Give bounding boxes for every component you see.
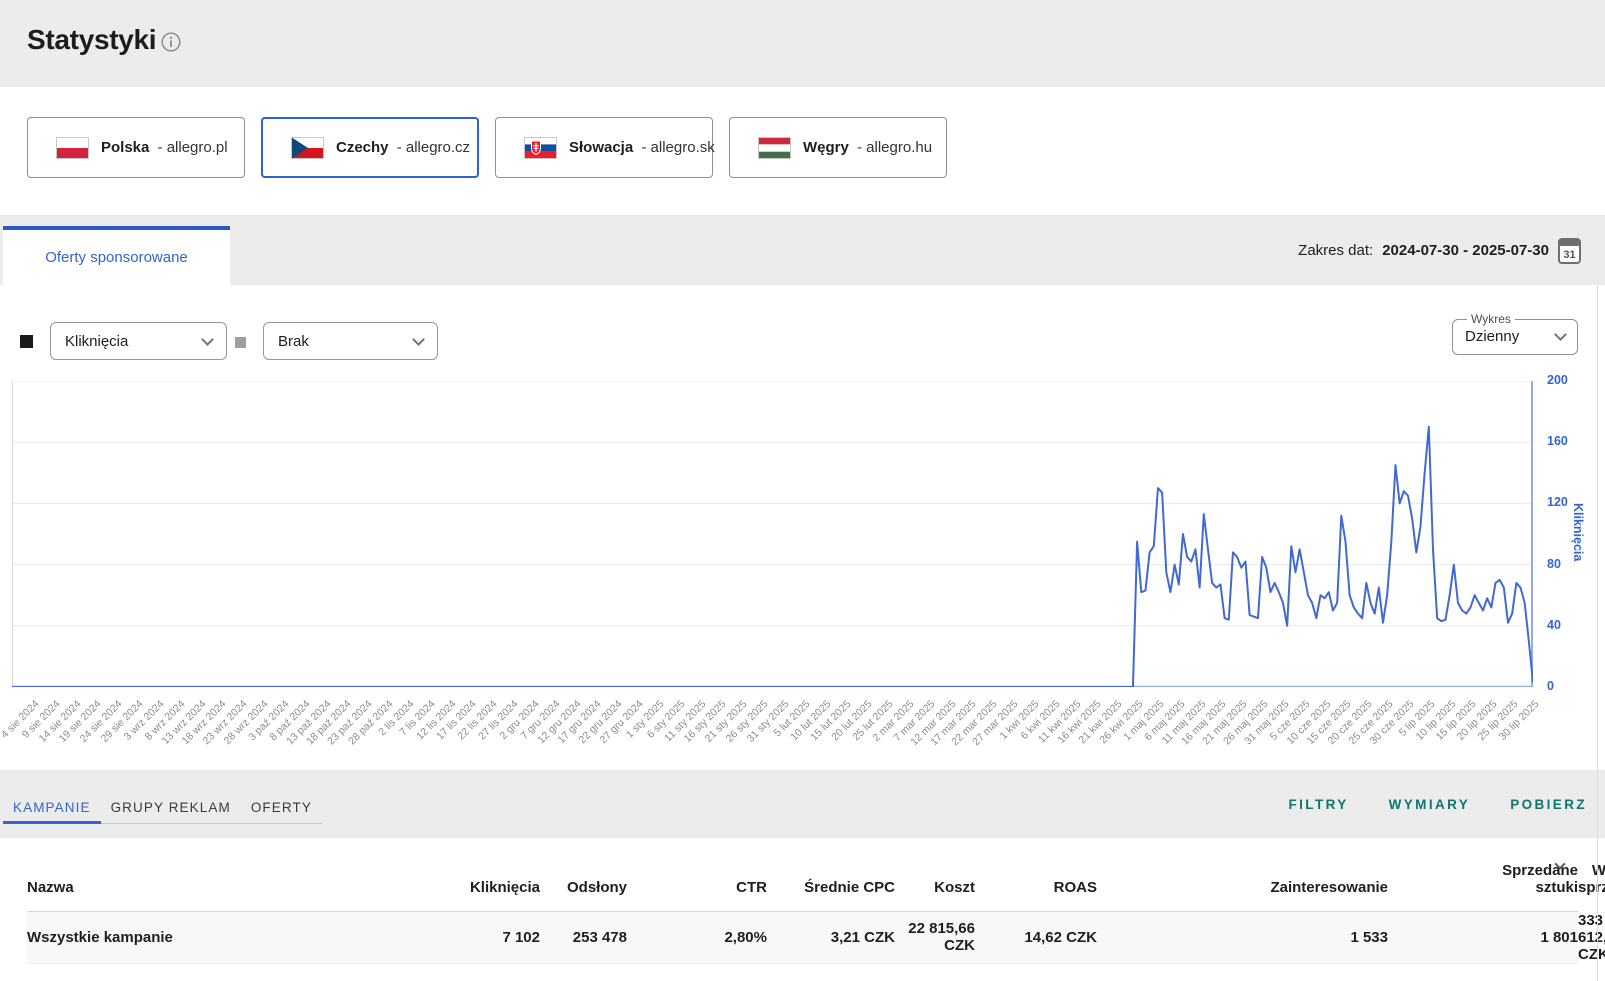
row-value-4: 22 815,66 CZK (895, 911, 975, 963)
tab-band: Oferty sponsorowane Zakres dat: 2024-07-… (0, 216, 1605, 285)
slovakia-flag-icon (524, 137, 557, 159)
wymiary-button[interactable]: WYMIARY (1389, 797, 1471, 812)
column-header-3[interactable]: CTR (627, 838, 767, 911)
y-axis-tick-label: 40 (1547, 618, 1587, 632)
column-header-1[interactable]: Kliknięcia (430, 838, 540, 911)
market-button-sk[interactable]: Słowacja - allegro.sk (495, 117, 713, 178)
column-header-8[interactable]: Sprzedane sztuki (1388, 838, 1578, 911)
pobierz-button[interactable]: POBIERZ (1510, 797, 1587, 812)
date-range-value: 2024-07-30 - 2025-07-30 (1382, 242, 1549, 259)
y-axis-title: Kliknięcia (1571, 503, 1585, 561)
chevron-down-icon (1554, 328, 1567, 341)
chart-interval-select[interactable]: Wykres Dzienny (1452, 312, 1578, 355)
row-value-7: 1 801 (1388, 911, 1578, 963)
column-header-7[interactable]: Zainteresowanie (1097, 838, 1388, 911)
table-row: Wszystkie kampanie7 102253 4782,80%3,21 … (27, 911, 1578, 963)
row-value-3: 3,21 CZK (767, 911, 895, 963)
clicks-series-line (12, 427, 1533, 687)
tab-oferty-sponsorowane[interactable]: Oferty sponsorowane (3, 226, 230, 285)
market-domain: - allegro.hu (853, 139, 932, 156)
campaigns-table: NazwaKliknięciaOdsłonyCTRŚrednie CPCKosz… (27, 838, 1578, 964)
metric2-value: Brak (278, 333, 309, 350)
column-header-0[interactable]: Nazwa (27, 838, 430, 911)
tab-label: Oferty sponsorowane (45, 249, 188, 266)
poland-flag-icon (56, 137, 89, 159)
metric1-swatch-icon (20, 335, 33, 348)
column-header-5[interactable]: Koszt (895, 838, 975, 911)
row-value-0: 7 102 (430, 911, 540, 963)
market-name: Węgry (803, 139, 849, 156)
market-button-pl[interactable]: Polska - allegro.pl (27, 117, 245, 178)
table-header-row: NazwaKliknięciaOdsłonyCTRŚrednie CPCKosz… (27, 838, 1578, 911)
column-header-6[interactable]: ROAS (975, 838, 1097, 911)
market-name: Polska (101, 139, 149, 156)
chart-interval-value: Dzienny (1465, 328, 1519, 345)
row-value-6: 1 533 (1097, 911, 1388, 963)
metric2-select[interactable]: Brak (263, 322, 438, 360)
calendar-icon[interactable]: 31 (1558, 238, 1581, 264)
date-range: Zakres dat: 2024-07-30 - 2025-07-30 31 (1298, 216, 1581, 285)
clicks-line-chart (12, 381, 1533, 687)
czechia-flag-icon (291, 137, 324, 159)
date-range-label: Zakres dat: (1298, 242, 1373, 259)
filtry-button[interactable]: FILTRY (1289, 797, 1349, 812)
table-section: NazwaKliknięciaOdsłonyCTRŚrednie CPCKosz… (0, 838, 1605, 981)
y-axis-tick-label: 0 (1547, 679, 1587, 693)
market-name: Słowacja (569, 139, 633, 156)
market-domain: - allegro.cz (393, 139, 471, 156)
market-button-hu[interactable]: Węgry - allegro.hu (729, 117, 947, 178)
tab-kampanie[interactable]: KAMPANIE (3, 794, 101, 824)
column-header-2[interactable]: Odsłony (540, 838, 627, 911)
info-icon[interactable] (161, 32, 181, 57)
table-actions: FILTRY WYMIARY POBIERZ (1289, 770, 1588, 838)
metric1-select[interactable]: Kliknięcia (50, 322, 227, 360)
subtab-band: KAMPANIEGRUPY REKLAMOFERTY FILTRY WYMIARY… (0, 770, 1605, 838)
tab-oferty[interactable]: OFERTY (241, 794, 322, 824)
chart-section: Kliknięcia Brak Wykres Dzienny 040801201… (0, 285, 1605, 770)
level-tabs: KAMPANIEGRUPY REKLAMOFERTY (3, 794, 322, 824)
chart-interval-label: Wykres (1467, 312, 1515, 326)
statistics-page: Statystyki Polska - allegro.pl Czechy - a… (0, 0, 1605, 981)
row-value-1: 253 478 (540, 911, 627, 963)
metric2-swatch-icon (235, 337, 246, 348)
market-buttons: Polska - allegro.pl Czechy - allegro.cz Sł… (0, 87, 1605, 216)
column-header-4[interactable]: Średnie CPC (767, 838, 895, 911)
chevron-down-icon (412, 333, 425, 346)
market-domain: - allegro.pl (153, 139, 227, 156)
row-value-2: 2,80% (627, 911, 767, 963)
metric1-value: Kliknięcia (65, 333, 128, 350)
y-axis-tick-label: 160 (1547, 434, 1587, 448)
row-value-5: 14,62 CZK (975, 911, 1097, 963)
market-button-cz[interactable]: Czechy - allegro.cz (261, 117, 479, 178)
page-title: Statystyki (27, 24, 156, 56)
y-axis-tick-label: 200 (1547, 373, 1587, 387)
hungary-flag-icon (758, 137, 791, 159)
tab-grupy-reklam[interactable]: GRUPY REKLAM (101, 794, 241, 824)
market-domain: - allegro.sk (637, 139, 715, 156)
row-name: Wszystkie kampanie (27, 911, 430, 963)
market-name: Czechy (336, 139, 389, 156)
table-body: Wszystkie kampanie7 102253 4782,80%3,21 … (27, 911, 1578, 963)
page-header: Statystyki (0, 0, 1605, 87)
chevron-down-icon (201, 333, 214, 346)
